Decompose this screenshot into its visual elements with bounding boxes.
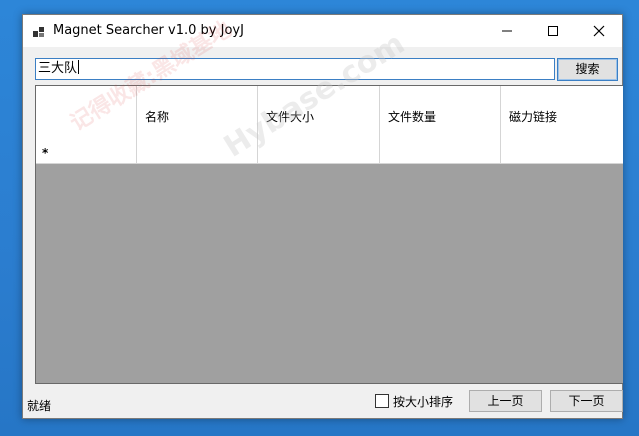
title-bar[interactable]: Magnet Searcher v1.0 by JoyJ <box>23 15 622 47</box>
maximize-button[interactable] <box>530 15 576 47</box>
new-row[interactable]: * <box>36 144 623 164</box>
search-input[interactable]: 三大队 <box>35 58 555 80</box>
cell-name[interactable] <box>137 144 258 163</box>
sort-by-size-checkbox[interactable] <box>375 394 389 408</box>
new-row-marker: * <box>42 146 49 160</box>
cell-file-count[interactable] <box>380 144 501 163</box>
prev-page-button[interactable]: 上一页 <box>469 390 542 412</box>
search-button[interactable]: 搜索 <box>557 58 618 81</box>
close-button[interactable] <box>576 15 622 47</box>
cell-magnet-link[interactable] <box>501 144 623 163</box>
results-grid[interactable]: 名称 文件大小 文件数量 磁力链接 * <box>35 85 623 384</box>
row-header-cell[interactable]: * <box>36 144 137 163</box>
row-header-corner[interactable] <box>36 86 137 144</box>
column-header-magnet-link[interactable]: 磁力链接 <box>501 86 623 144</box>
maximize-icon <box>548 26 558 36</box>
cell-size[interactable] <box>258 144 380 163</box>
close-icon <box>593 25 605 37</box>
app-window: Magnet Searcher v1.0 by JoyJ 三大队 搜索 名称 文… <box>22 14 623 419</box>
column-header-name[interactable]: 名称 <box>137 86 258 144</box>
minimize-button[interactable] <box>484 15 530 47</box>
column-header-file-count[interactable]: 文件数量 <box>380 86 501 144</box>
column-header-size[interactable]: 文件大小 <box>258 86 380 144</box>
minimize-icon <box>502 30 512 32</box>
grid-header: 名称 文件大小 文件数量 磁力链接 <box>36 86 623 145</box>
search-input-value: 三大队 <box>38 61 78 76</box>
app-icon <box>32 24 46 38</box>
next-page-button[interactable]: 下一页 <box>550 390 623 412</box>
window-title: Magnet Searcher v1.0 by JoyJ <box>53 23 244 38</box>
text-caret <box>78 60 80 74</box>
sort-by-size-label[interactable]: 按大小排序 <box>393 393 453 410</box>
status-text: 就绪 <box>27 399 52 413</box>
